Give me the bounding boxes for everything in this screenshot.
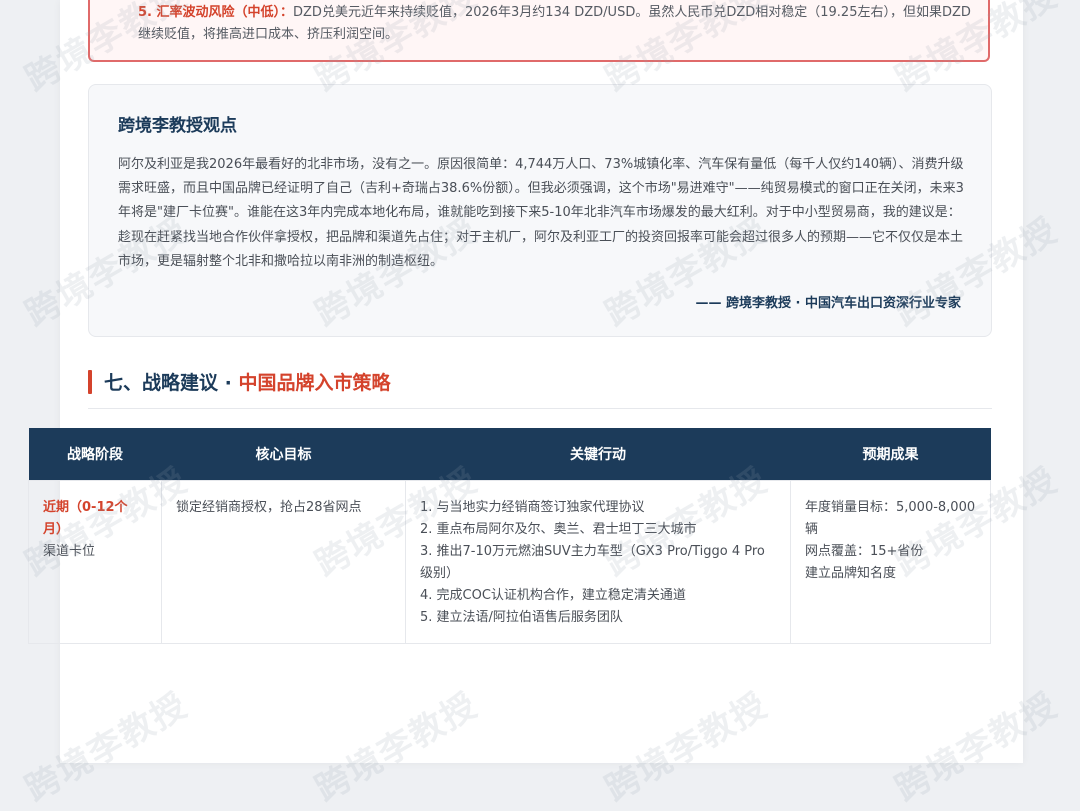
header-phase: 战略阶段 xyxy=(28,428,162,481)
header-actions: 关键行动 xyxy=(405,428,791,481)
cell-results: 年度销量目标：5,000-8,000辆 网点覆盖：15+省份 建立品牌知名度 xyxy=(790,480,991,644)
document-page: 5. 汇率波动风险（中低）：DZD兑美元近年来持续贬值，2026年3月约134 … xyxy=(60,0,1023,763)
section-title-highlight: 中国品牌入市策略 xyxy=(238,372,391,394)
list-item: 1. 与当地实力经销商签订独家代理协议 xyxy=(420,500,645,515)
risk-title: 5. 汇率波动风险（中低）： xyxy=(138,5,294,20)
header-results: 预期成果 xyxy=(790,428,991,481)
strategy-table: 战略阶段 核心目标 关键行动 预期成果 近期（0-12个月） 渠道卡位 锁定经销… xyxy=(28,428,991,644)
section-accent-bar xyxy=(88,370,92,394)
opinion-signature: —— 跨境李教授 · 中国汽车出口资深行业专家 xyxy=(695,296,961,311)
section-title-main: 七、战略建议 · xyxy=(104,372,239,394)
cell-goal: 锁定经销商授权，抢占28省网点 xyxy=(161,480,406,644)
phase-name: 近期（0-12个月） xyxy=(43,500,128,537)
header-goal: 核心目标 xyxy=(161,428,406,481)
list-item: 3. 推出7-10万元燃油SUV主力车型（GX3 Pro/Tiggo 4 Pro… xyxy=(420,544,765,581)
table-header-row: 战略阶段 核心目标 关键行动 预期成果 xyxy=(28,428,991,481)
section-title: 七、战略建议 · 中国品牌入市策略 xyxy=(104,368,390,395)
actions-list: 1. 与当地实力经销商签订独家代理协议 2. 重点布局阿尔及尔、奥兰、君士坦丁三… xyxy=(420,497,776,629)
result-item: 建立品牌知名度 xyxy=(805,566,897,581)
risk-box: 5. 汇率波动风险（中低）：DZD兑美元近年来持续贬值，2026年3月约134 … xyxy=(88,0,990,62)
cell-phase: 近期（0-12个月） 渠道卡位 xyxy=(28,480,162,644)
list-item: 2. 重点布局阿尔及尔、奥兰、君士坦丁三大城市 xyxy=(420,522,697,537)
phase-sub: 渠道卡位 xyxy=(43,544,96,559)
opinion-title: 跨境李教授观点 xyxy=(118,116,237,136)
opinion-body: 阿尔及利亚是我2026年最看好的北非市场，没有之一。原因很简单：4,744万人口… xyxy=(118,157,964,269)
table-row: 近期（0-12个月） 渠道卡位 锁定经销商授权，抢占28省网点 1. 与当地实力… xyxy=(28,480,991,644)
opinion-card: 跨境李教授观点 阿尔及利亚是我2026年最看好的北非市场，没有之一。原因很简单：… xyxy=(88,84,992,337)
result-item: 年度销量目标：5,000-8,000辆 xyxy=(805,500,976,537)
list-item: 4. 完成COC认证机构合作，建立稳定清关通道 xyxy=(420,588,686,603)
risk-item: 5. 汇率波动风险（中低）：DZD兑美元近年来持续贬值，2026年3月约134 … xyxy=(138,2,978,46)
result-item: 网点覆盖：15+省份 xyxy=(805,544,924,559)
cell-actions: 1. 与当地实力经销商签订独家代理协议 2. 重点布局阿尔及尔、奥兰、君士坦丁三… xyxy=(405,480,791,644)
section-heading: 七、战略建议 · 中国品牌入市策略 xyxy=(88,368,992,409)
list-item: 5. 建立法语/阿拉伯语售后服务团队 xyxy=(420,610,623,625)
